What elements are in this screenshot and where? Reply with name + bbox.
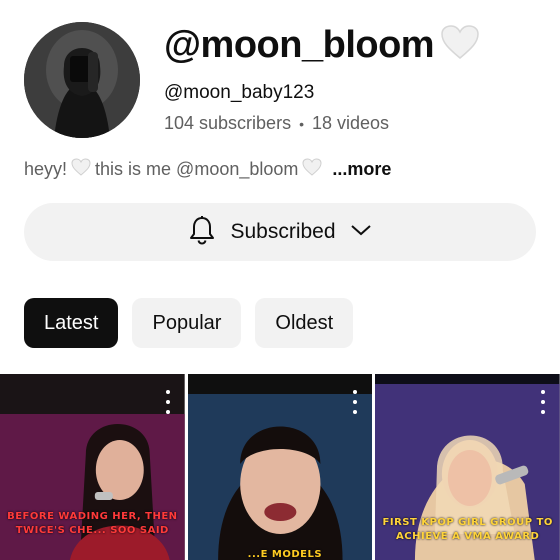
short-caption: FIRST KPOP GIRL GROUP TO ACHIEVE A VMA A… bbox=[382, 517, 553, 542]
chevron-down-icon bbox=[350, 223, 372, 242]
shorts-grid: BEFORE WADING HER, THEN TWICE'S CHE... S… bbox=[0, 374, 560, 560]
subscribed-button[interactable]: Subscribed bbox=[24, 203, 536, 261]
sort-chips: Latest Popular Oldest bbox=[24, 298, 354, 348]
short-thumbnail[interactable]: FIRST KPOP GIRL GROUP TO ACHIEVE A VMA A… bbox=[375, 374, 560, 560]
subscribed-label: Subscribed bbox=[230, 220, 336, 243]
more-link[interactable]: ...more bbox=[332, 159, 391, 180]
more-options-icon[interactable] bbox=[165, 390, 171, 414]
short-thumbnail[interactable]: BEFORE WADING HER, THEN TWICE'S CHE... S… bbox=[0, 374, 185, 560]
white-heart-icon bbox=[440, 24, 480, 65]
chip-oldest[interactable]: Oldest bbox=[255, 298, 354, 348]
chip-popular[interactable]: Popular bbox=[132, 298, 242, 348]
bell-icon bbox=[188, 215, 216, 250]
channel-handle: @moon_baby123 bbox=[164, 82, 315, 103]
chip-latest[interactable]: Latest bbox=[24, 298, 119, 348]
subscriber-count: 104 subscribers bbox=[164, 113, 292, 133]
short-caption: BEFORE WADING HER, THEN TWICE'S CHE... S… bbox=[7, 511, 178, 536]
short-caption: ...E MODELS bbox=[247, 549, 323, 560]
more-options-icon[interactable] bbox=[540, 390, 546, 414]
white-heart-icon bbox=[302, 158, 322, 181]
white-heart-icon bbox=[71, 158, 91, 181]
channel-avatar[interactable] bbox=[24, 22, 140, 138]
short-thumbnail[interactable]: ...E MODELS bbox=[187, 374, 373, 560]
more-options-icon[interactable] bbox=[352, 390, 358, 414]
channel-description[interactable]: heyy! this is me @moon_bloom ...more bbox=[24, 158, 391, 181]
channel-name: @moon_bloom bbox=[164, 23, 435, 66]
video-count: 18 videos bbox=[311, 113, 390, 133]
description-text-mid: this is me @moon_bloom bbox=[95, 159, 299, 179]
channel-title-row: @moon_bloom bbox=[164, 24, 480, 65]
description-text-start: heyy! bbox=[24, 159, 68, 179]
channel-stats: 104 subscribers • 18 videos bbox=[164, 113, 389, 134]
stats-separator: • bbox=[299, 115, 304, 132]
